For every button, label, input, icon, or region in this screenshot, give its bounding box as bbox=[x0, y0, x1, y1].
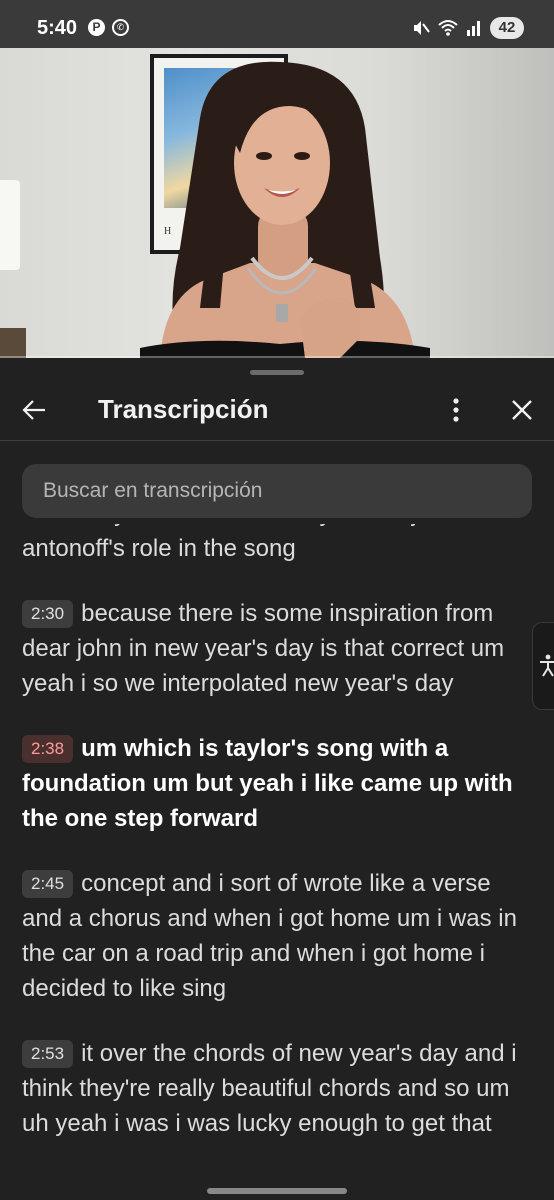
drag-handle[interactable] bbox=[250, 370, 304, 375]
transcript-scroll-content: had can you describe like taylor and jac… bbox=[0, 524, 554, 1161]
battery-indicator: 42 bbox=[490, 17, 524, 39]
video-person bbox=[140, 61, 430, 358]
timestamp-badge: 2:53 bbox=[22, 1040, 74, 1068]
gesture-bar bbox=[207, 1188, 347, 1194]
timestamp-badge: 2:45 bbox=[22, 870, 74, 898]
arrow-left-icon bbox=[22, 400, 45, 420]
accessibility-button[interactable] bbox=[532, 622, 554, 710]
segment-text: um which is taylor's song with a foundat… bbox=[22, 735, 513, 832]
status-system-icons: 42 bbox=[412, 16, 524, 40]
wifi-icon bbox=[438, 20, 458, 36]
transcript-search-input[interactable] bbox=[22, 464, 532, 518]
video-shelf bbox=[0, 328, 26, 358]
status-time: 5:40 bbox=[37, 17, 78, 39]
segment-text: concept and i sort of wrote like a verse… bbox=[22, 870, 517, 1002]
header-divider bbox=[0, 440, 554, 441]
signal-icon bbox=[467, 21, 480, 36]
accessibility-icon bbox=[540, 654, 554, 677]
video-lamp bbox=[0, 180, 20, 270]
mute-icon bbox=[414, 21, 430, 35]
transcript-segment[interactable]: 2:30 because there is some inspiration fr… bbox=[0, 586, 554, 721]
transcript-segment[interactable]: had can you describe like taylor and jac… bbox=[0, 524, 554, 586]
pinterest-icon: P bbox=[88, 19, 105, 36]
transcript-header: Transcripción bbox=[0, 382, 554, 440]
video-player[interactable]: H O L bbox=[0, 48, 554, 358]
timestamp-badge: 2:30 bbox=[22, 600, 74, 628]
transcript-list[interactable]: had can you describe like taylor and jac… bbox=[0, 524, 554, 1200]
transcript-panel: Transcripción had can you describe like … bbox=[0, 358, 554, 1200]
whatsapp-icon: ✆ bbox=[112, 19, 129, 36]
close-button[interactable] bbox=[502, 390, 542, 430]
back-button[interactable] bbox=[14, 390, 54, 430]
transcript-title: Transcripción bbox=[98, 394, 269, 424]
transcript-segment-active[interactable]: 2:38 um which is taylor's song with a fou… bbox=[0, 721, 554, 856]
more-vertical-icon bbox=[453, 398, 459, 422]
status-bar: 5:40 P ✆ 42 bbox=[0, 0, 554, 48]
segment-text: because there is some inspiration from d… bbox=[22, 600, 505, 697]
segment-text: it over the chords of new year's day and… bbox=[22, 1040, 517, 1137]
close-icon bbox=[512, 400, 532, 420]
segment-text: had can you describe like taylor and jac… bbox=[22, 524, 454, 562]
transcript-segment[interactable]: 2:45 concept and i sort of wrote like a v… bbox=[0, 856, 554, 1026]
timestamp-badge: 2:38 bbox=[22, 735, 74, 763]
more-options-button[interactable] bbox=[436, 390, 476, 430]
transcript-segment[interactable]: 2:53 it over the chords of new year's day… bbox=[0, 1026, 554, 1161]
